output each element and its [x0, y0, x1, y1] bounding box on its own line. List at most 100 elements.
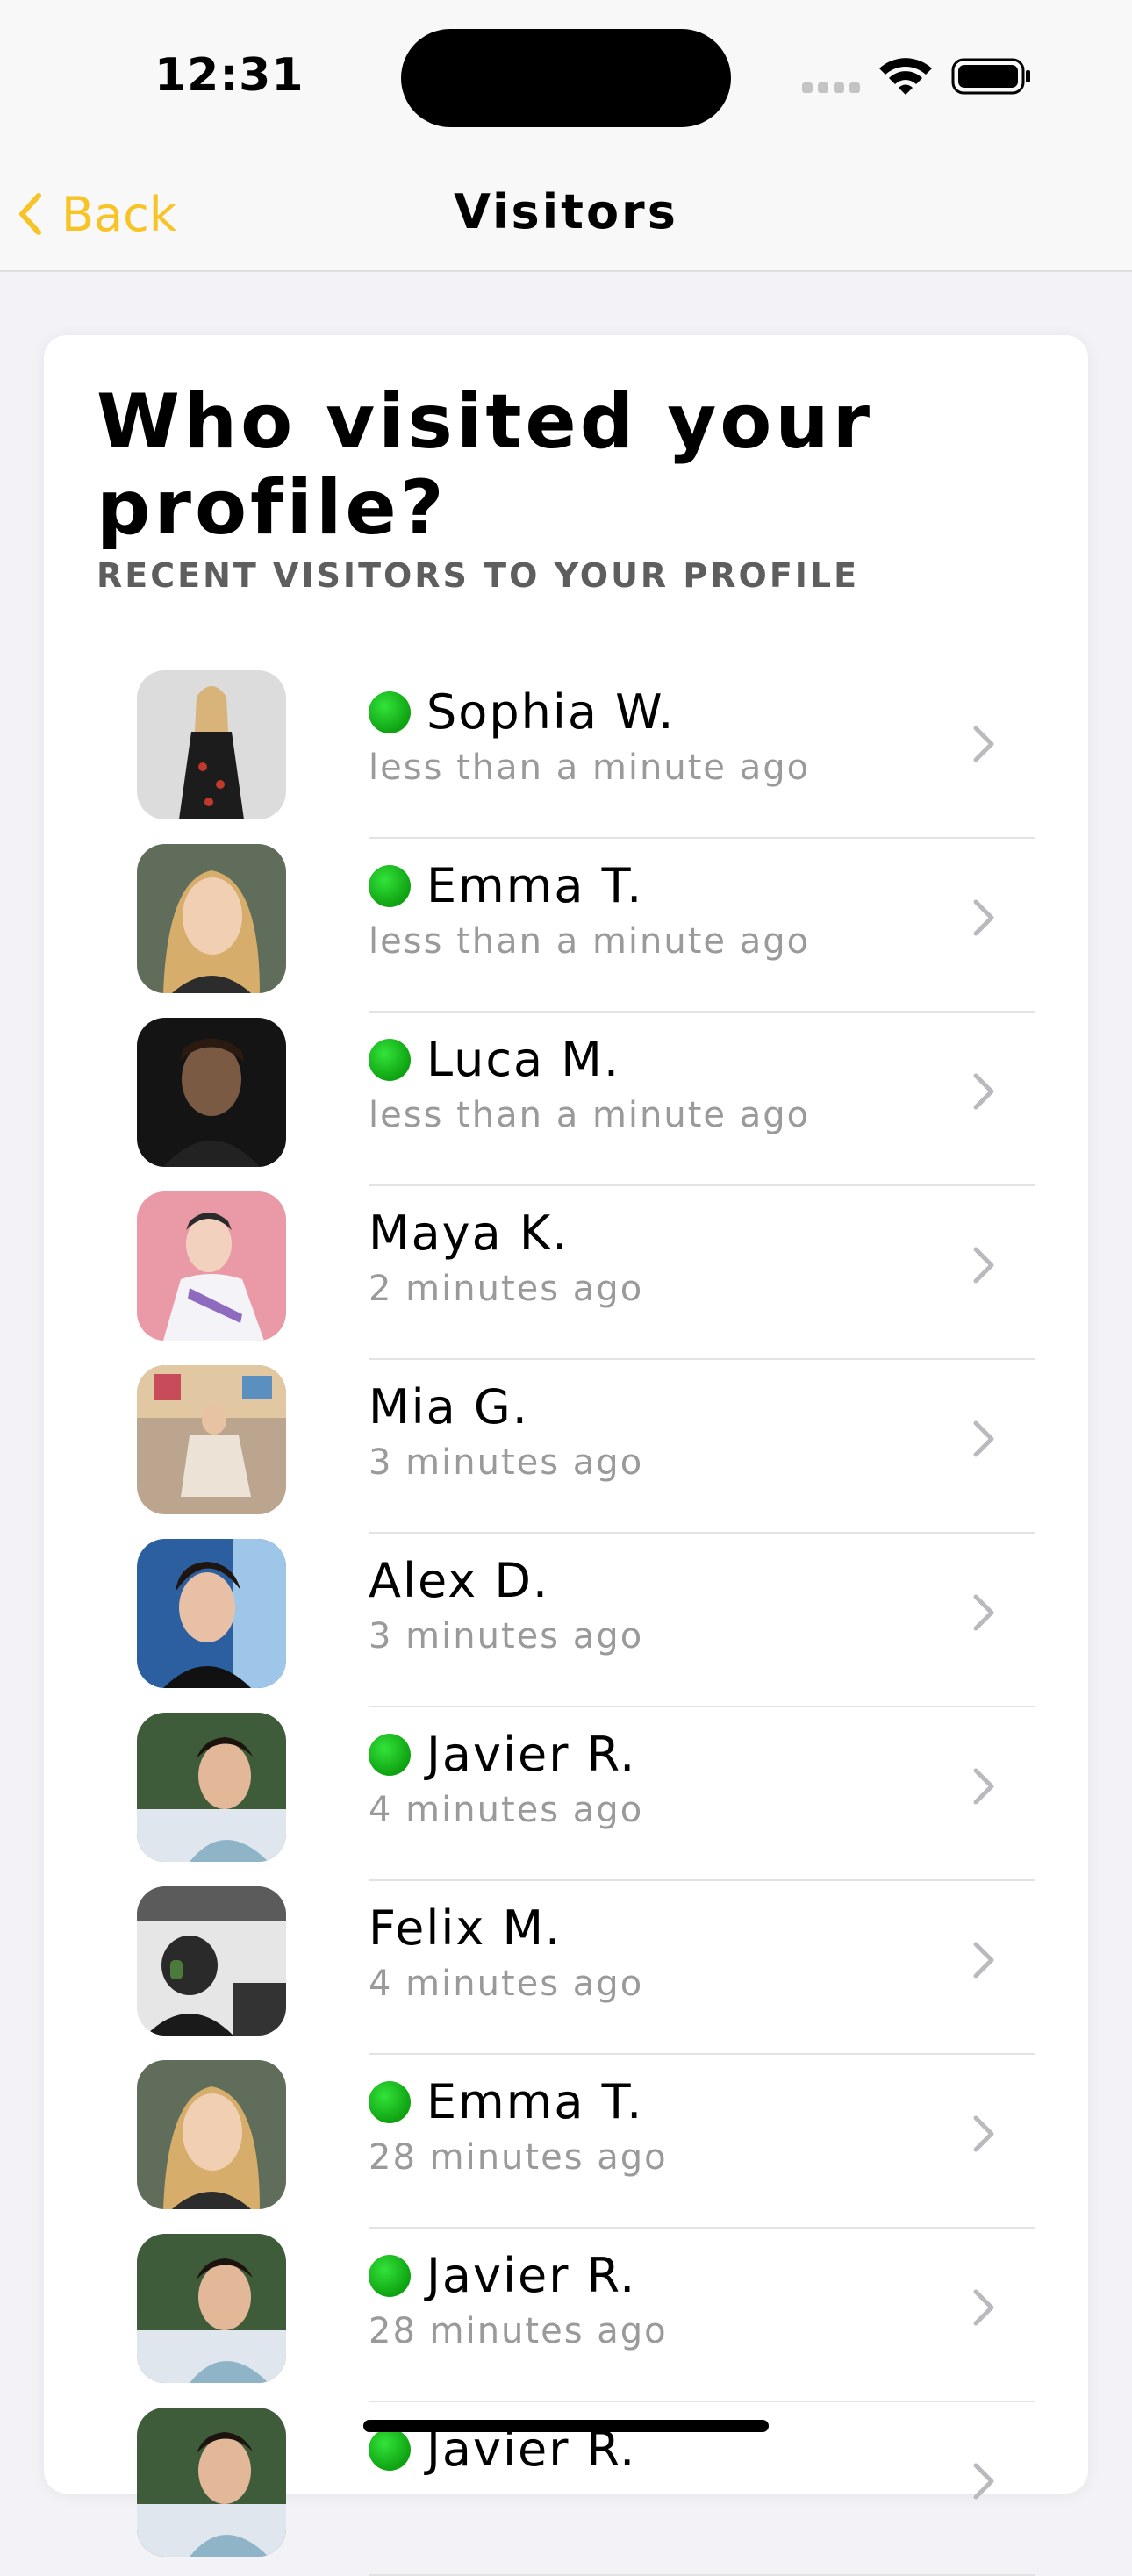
avatar-photo	[137, 1886, 286, 2036]
visitor-info: Emma T. less than a minute ago	[369, 837, 1035, 1013]
avatar-photo	[137, 670, 286, 819]
visit-time: less than a minute ago	[369, 748, 811, 788]
visitor-name-line: Alex D.	[369, 1553, 549, 1608]
visitor-info: Felix M. 4 minutes ago	[369, 1879, 1035, 2055]
avatar-photo	[137, 1713, 286, 1862]
visitor-row[interactable]: Emma T. less than a minute ago	[137, 837, 1035, 1013]
dynamic-island	[401, 29, 731, 127]
visitor-name-line: Emma T.	[369, 858, 643, 913]
visit-time: less than a minute ago	[369, 1095, 811, 1135]
navigation-bar: Back Visitors	[0, 158, 1132, 272]
visit-time: less than a minute ago	[369, 921, 811, 962]
page-title: Visitors	[454, 184, 678, 240]
online-status-icon	[369, 691, 411, 733]
visitor-name-line: Javier R.	[369, 1727, 636, 1782]
chevron-right-icon	[973, 1768, 994, 1805]
chevron-right-icon	[973, 899, 994, 936]
battery-icon	[951, 58, 1032, 95]
visitor-name: Luca M.	[426, 1032, 621, 1087]
visitor-info: Emma T. 28 minutes ago	[369, 2053, 1035, 2229]
chevron-right-icon	[973, 1420, 994, 1457]
visitor-name: Felix M.	[369, 1900, 562, 1956]
chevron-right-icon	[973, 2289, 994, 2326]
card-subheading: RECENT VISITORS TO YOUR PROFILE	[97, 556, 860, 595]
visitor-row[interactable]: Alex D. 3 minutes ago	[137, 1532, 1035, 1707]
online-status-icon	[369, 864, 411, 907]
visitor-row[interactable]: Felix M. 4 minutes ago	[137, 1879, 1035, 2055]
online-status-icon	[369, 1733, 411, 1776]
visit-time: 2 minutes ago	[369, 1269, 644, 1309]
visitor-name: Emma T.	[426, 2074, 644, 2129]
visitor-row[interactable]: Maya K. 2 minutes ago	[137, 1184, 1035, 1360]
avatar-photo	[137, 1018, 286, 1167]
avatar	[137, 1539, 286, 1688]
visitor-name: Javier R.	[426, 1727, 637, 1782]
chevron-right-icon	[973, 1942, 994, 1979]
avatar	[137, 1191, 286, 1341]
avatar	[137, 2408, 286, 2557]
visitor-row[interactable]: Javier R. 4 minutes ago	[137, 1706, 1035, 1881]
avatar	[137, 1713, 286, 1862]
avatar	[137, 1018, 286, 1167]
visit-time: 28 minutes ago	[369, 2137, 668, 2178]
visitor-name-line: Luca M.	[369, 1032, 620, 1087]
online-status-icon	[369, 1038, 411, 1081]
avatar-photo	[137, 2408, 286, 2557]
avatar-photo	[137, 844, 286, 993]
visitor-name: Sophia W.	[426, 684, 676, 740]
visitor-info: Sophia W. less than a minute ago	[369, 663, 1035, 839]
visitor-name-line: Mia G.	[369, 1379, 529, 1435]
chevron-right-icon	[973, 726, 994, 762]
visitor-name-line: Emma T.	[369, 2074, 643, 2129]
avatar	[137, 844, 286, 993]
visitor-name: Alex D.	[369, 1553, 550, 1608]
visitor-name: Javier R.	[426, 2248, 637, 2303]
visitor-info: Alex D. 3 minutes ago	[369, 1532, 1035, 1707]
visitor-info: Luca M. less than a minute ago	[369, 1011, 1035, 1186]
visitor-info: Javier R. 4 minutes ago	[369, 1706, 1035, 1881]
visitor-name: Maya K.	[369, 1206, 570, 1261]
visitor-row[interactable]: Javier R. 28 minutes ago	[137, 2227, 1035, 2402]
avatar-photo	[137, 2234, 286, 2383]
visitor-name-line: Javier R.	[369, 2248, 636, 2303]
online-status-icon	[369, 2428, 411, 2471]
chevron-right-icon	[973, 2115, 994, 2152]
avatar	[137, 1886, 286, 2036]
visitor-row[interactable]: Sophia W. less than a minute ago	[137, 663, 1035, 839]
avatar	[137, 2060, 286, 2209]
visit-time: 28 minutes ago	[369, 2311, 668, 2351]
online-status-icon	[369, 2080, 411, 2123]
visitor-info: Mia G. 3 minutes ago	[369, 1358, 1035, 1534]
chevron-right-icon	[973, 2463, 994, 2500]
visit-time: 3 minutes ago	[369, 1442, 644, 1483]
status-bar: 12:31	[0, 0, 1132, 158]
visit-time: 4 minutes ago	[369, 1790, 644, 1830]
home-indicator	[363, 2420, 769, 2432]
card-heading: Who visited your profile?	[97, 378, 874, 552]
visitor-row[interactable]: Luca M. less than a minute ago	[137, 1011, 1035, 1186]
visitor-info: Maya K. 2 minutes ago	[369, 1184, 1035, 1360]
status-time: 12:31	[154, 49, 304, 102]
cellular-signal-icon	[802, 82, 862, 93]
avatar-photo	[137, 1191, 286, 1341]
avatar	[137, 670, 286, 819]
chevron-right-icon	[973, 1594, 994, 1631]
chevron-right-icon	[973, 1073, 994, 1110]
visitor-name-line: Maya K.	[369, 1206, 569, 1261]
avatar-photo	[137, 1365, 286, 1514]
visitor-name: Emma T.	[426, 858, 644, 913]
avatar	[137, 2234, 286, 2383]
wifi-icon	[878, 54, 934, 97]
visit-time: 3 minutes ago	[369, 1616, 644, 1657]
avatar-photo	[137, 2060, 286, 2209]
visitor-list: Sophia W. less than a minute ago Emma T.…	[137, 663, 1035, 2576]
visitors-card: Who visited your profile? RECENT VISITOR…	[44, 335, 1088, 2576]
online-status-icon	[369, 2254, 411, 2297]
visitor-name: Mia G.	[369, 1379, 529, 1435]
visit-time: 4 minutes ago	[369, 1964, 644, 2004]
visitor-name-line: Sophia W.	[369, 684, 675, 740]
avatar-photo	[137, 1539, 286, 1688]
visitor-name-line: Felix M.	[369, 1900, 562, 1956]
visitor-row[interactable]: Mia G. 3 minutes ago	[137, 1358, 1035, 1534]
visitor-row[interactable]: Emma T. 28 minutes ago	[137, 2053, 1035, 2229]
